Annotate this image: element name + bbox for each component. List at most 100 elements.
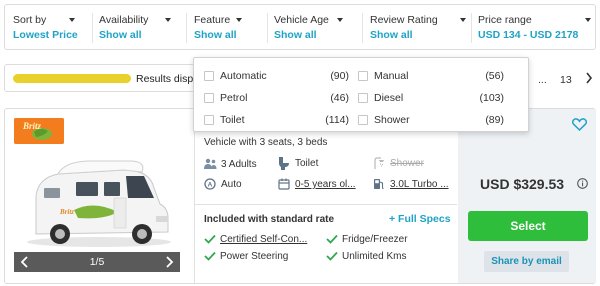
select-button[interactable]: Select bbox=[468, 211, 588, 241]
included-item: Fridge/Freezer bbox=[326, 234, 436, 247]
included-item: Certified Self-Con... bbox=[204, 234, 314, 247]
included-item-label: Power Steering bbox=[220, 251, 289, 262]
feature-option-shower[interactable]: Shower (89) bbox=[358, 114, 504, 128]
full-specs-link[interactable]: + Full Specs bbox=[389, 213, 451, 225]
feature-option-manual[interactable]: Manual (56) bbox=[358, 70, 504, 84]
vehicle-photo[interactable]: Britz bbox=[14, 154, 180, 258]
option-label: Automatic bbox=[220, 70, 267, 82]
logo-text: Britz bbox=[22, 121, 42, 131]
gallery-count: 1/5 bbox=[89, 256, 105, 268]
checkbox[interactable] bbox=[358, 71, 368, 81]
option-label: Shower bbox=[374, 114, 410, 126]
filter-value: Show all bbox=[370, 29, 413, 41]
calendar-icon bbox=[278, 178, 290, 190]
spec-shower-label: Shower bbox=[390, 158, 424, 169]
filter-availability[interactable]: Availability Show all bbox=[99, 14, 171, 44]
spec-transmission: A Auto bbox=[204, 178, 274, 191]
spec-vehicle-age[interactable]: 0-5 years ol... bbox=[278, 178, 358, 191]
spec-engine-link[interactable]: 3.0L Turbo ... bbox=[390, 179, 449, 190]
spec-age-link[interactable]: 0-5 years ol... bbox=[295, 179, 356, 190]
check-icon bbox=[204, 234, 216, 244]
share-by-email-button[interactable]: Share by email bbox=[484, 251, 569, 272]
fuel-pump-icon bbox=[374, 179, 384, 190]
checkbox[interactable] bbox=[358, 93, 368, 103]
caret-down-icon bbox=[337, 18, 343, 22]
results-progress-bar bbox=[13, 74, 131, 83]
spec-adults-label: 3 Adults bbox=[221, 159, 257, 170]
pager-ellipsis: ... bbox=[538, 74, 547, 86]
filter-label: Availability bbox=[99, 14, 149, 26]
filter-label: Review Rating bbox=[370, 14, 438, 26]
spec-shower: Shower bbox=[373, 157, 443, 170]
included-item-label: Fridge/Freezer bbox=[342, 234, 408, 245]
included-item-label[interactable]: Certified Self-Con... bbox=[220, 234, 307, 245]
check-icon bbox=[326, 251, 338, 261]
divider bbox=[471, 13, 472, 43]
feature-option-diesel[interactable]: Diesel (103) bbox=[358, 92, 504, 106]
option-count: (89) bbox=[485, 114, 504, 126]
option-count: (114) bbox=[325, 114, 349, 126]
included-item: Power Steering bbox=[204, 251, 314, 264]
included-item: Unlimited Kms bbox=[326, 251, 436, 264]
chevron-right-icon[interactable] bbox=[164, 256, 174, 268]
caret-down-icon bbox=[236, 18, 242, 22]
divider bbox=[92, 13, 93, 43]
spec-toilet-label: Toilet bbox=[295, 158, 319, 169]
filter-value: Show all bbox=[194, 29, 237, 41]
filter-price-range[interactable]: Price range USD 134 - USD 2178 bbox=[478, 14, 591, 44]
filter-feature[interactable]: Feature Show all bbox=[194, 14, 242, 44]
caret-down-icon bbox=[585, 18, 591, 22]
option-label: Diesel bbox=[374, 92, 404, 104]
option-count: (46) bbox=[330, 92, 349, 104]
checkbox[interactable] bbox=[204, 71, 214, 81]
people-icon bbox=[204, 158, 217, 169]
filter-vehicle-age[interactable]: Vehicle Age Show all bbox=[274, 14, 343, 44]
info-icon[interactable] bbox=[577, 178, 588, 189]
divider bbox=[267, 13, 268, 43]
vehicle-result-card: Britz Britz 1/5 Vehicle with 3 seats, 3 … bbox=[4, 108, 596, 284]
card-media: Britz Britz 1/5 bbox=[5, 109, 193, 283]
spec-engine[interactable]: 3.0L Turbo ... bbox=[373, 178, 453, 191]
results-progress-box: Results displayed bbox=[4, 64, 196, 92]
check-icon bbox=[204, 251, 216, 261]
heart-icon[interactable] bbox=[572, 118, 587, 131]
divider bbox=[186, 13, 187, 43]
pager-last-page[interactable]: 13 bbox=[560, 74, 572, 86]
caret-down-icon bbox=[165, 18, 171, 22]
caret-down-icon bbox=[460, 18, 466, 22]
card-details: Vehicle with 3 seats, 3 beds 3 Adults To… bbox=[194, 109, 457, 283]
filter-label: Vehicle Age bbox=[274, 14, 329, 26]
feature-option-petrol[interactable]: Petrol (46) bbox=[204, 92, 349, 106]
card-pricing: USD $329.53 Select Share by email bbox=[458, 109, 596, 283]
filter-value: USD 134 - USD 2178 bbox=[478, 29, 579, 41]
spec-adults: 3 Adults bbox=[204, 158, 274, 171]
svg-text:A: A bbox=[208, 182, 213, 189]
filter-bar: Sort by Lowest Price Availability Show a… bbox=[4, 4, 596, 50]
option-count: (90) bbox=[330, 70, 349, 82]
checkbox[interactable] bbox=[358, 115, 368, 125]
chevron-right-icon[interactable] bbox=[585, 72, 593, 84]
included-title: Included with standard rate bbox=[204, 214, 335, 225]
filter-value: Show all bbox=[274, 29, 317, 41]
feature-option-automatic[interactable]: Automatic (90) bbox=[204, 70, 349, 84]
filter-review-rating[interactable]: Review Rating Show all bbox=[370, 14, 466, 44]
vehicle-title: Vehicle with 3 seats, 3 beds bbox=[204, 137, 328, 148]
filter-sort-by[interactable]: Sort by Lowest Price bbox=[13, 14, 78, 44]
svg-text:Britz: Britz bbox=[59, 208, 74, 216]
divider bbox=[195, 204, 457, 205]
spec-transmission-label: Auto bbox=[221, 179, 242, 190]
option-count: (103) bbox=[479, 92, 504, 104]
gallery-nav: 1/5 bbox=[14, 252, 180, 272]
filter-value: Lowest Price bbox=[13, 29, 78, 41]
feature-option-toilet[interactable]: Toilet (114) bbox=[204, 114, 349, 128]
price: USD $329.53 bbox=[480, 176, 565, 192]
check-icon bbox=[326, 234, 338, 244]
divider bbox=[362, 13, 363, 43]
checkbox[interactable] bbox=[204, 115, 214, 125]
transmission-icon: A bbox=[204, 178, 216, 190]
included-item-label: Unlimited Kms bbox=[342, 251, 407, 262]
toilet-icon bbox=[279, 157, 289, 170]
checkbox[interactable] bbox=[204, 93, 214, 103]
caret-down-icon bbox=[69, 18, 75, 22]
shower-icon bbox=[374, 157, 384, 169]
